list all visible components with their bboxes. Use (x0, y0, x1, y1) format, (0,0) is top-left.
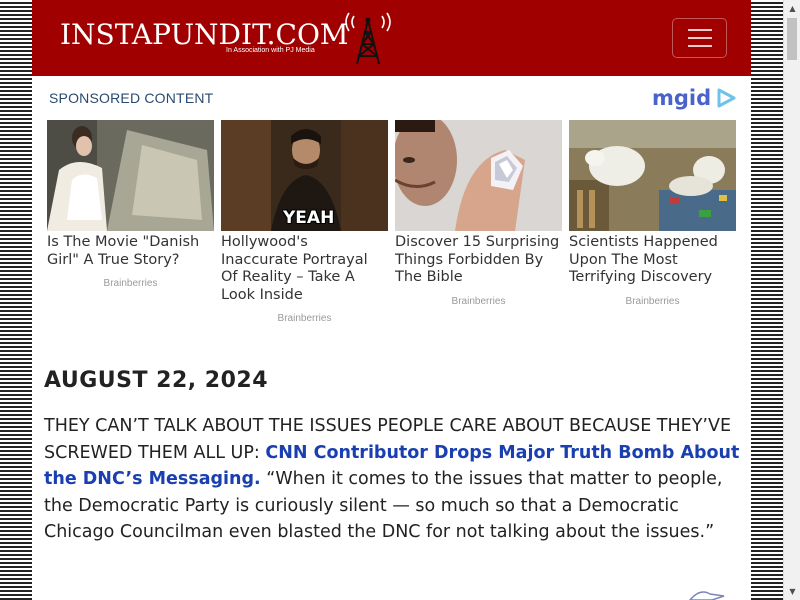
menu-toggle-button[interactable] (672, 18, 727, 58)
image-caption: YEAH (283, 208, 335, 228)
sponsored-card[interactable]: Is The Movie "Danish Girl" A True Story?… (47, 120, 214, 289)
blog-post: AUGUST 22, 2024 THEY CAN’T TALK ABOUT TH… (44, 368, 744, 546)
sponsored-cards: Is The Movie "Danish Girl" A True Story?… (47, 120, 737, 335)
mgid-play-icon (717, 88, 736, 108)
site-logo-subtext: In Association with PJ Media (226, 47, 315, 54)
scrollbar-thumb[interactable] (787, 18, 797, 60)
card-title[interactable]: Discover 15 Surprising Things Forbidden … (395, 234, 562, 287)
hamburger-line-icon (687, 29, 712, 31)
scroll-down-arrow-icon[interactable]: ▼ (784, 583, 800, 600)
bird-icon (689, 591, 725, 600)
card-source: Brainberries (625, 295, 680, 307)
site-header: INSTAPUNDIT.COM In Association with PJ M… (32, 0, 751, 76)
sponsored-content-heading: SPONSORED CONTENT (49, 90, 214, 106)
post-date-heading: AUGUST 22, 2024 (44, 368, 269, 393)
mgid-brand-text: mgid (652, 86, 712, 110)
card-title[interactable]: Scientists Happened Upon The Most Terrif… (569, 234, 736, 287)
card-source: Brainberries (451, 295, 506, 307)
right-border-decoration (751, 0, 783, 600)
radio-tower-icon (345, 12, 391, 65)
post-body: THEY CAN’T TALK ABOUT THE ISSUES PEOPLE … (44, 413, 744, 546)
card-thumbnail[interactable] (395, 120, 562, 231)
card-thumbnail[interactable] (569, 120, 736, 231)
sponsored-card[interactable]: YEAH Hollywood's Inaccurate Portrayal Of… (221, 120, 388, 324)
left-border-decoration (0, 0, 32, 600)
hamburger-line-icon (687, 37, 712, 39)
card-thumbnail[interactable]: YEAH (221, 120, 388, 231)
page-content: INSTAPUNDIT.COM In Association with PJ M… (32, 0, 751, 600)
scroll-up-arrow-icon[interactable]: ▲ (784, 0, 800, 17)
mgid-logo[interactable]: mgid (652, 85, 737, 111)
card-source: Brainberries (103, 278, 158, 289)
hamburger-line-icon (687, 45, 712, 47)
card-thumbnail[interactable] (47, 120, 214, 231)
card-title[interactable]: Is The Movie "Danish Girl" A True Story? (47, 234, 214, 269)
sponsored-card[interactable]: Discover 15 Surprising Things Forbidden … (395, 120, 562, 307)
card-source: Brainberries (277, 313, 332, 324)
sponsored-card[interactable]: Scientists Happened Upon The Most Terrif… (569, 120, 736, 307)
vertical-scrollbar[interactable]: ▲ ▼ (783, 0, 800, 600)
card-title[interactable]: Hollywood's Inaccurate Portrayal Of Real… (221, 234, 388, 304)
